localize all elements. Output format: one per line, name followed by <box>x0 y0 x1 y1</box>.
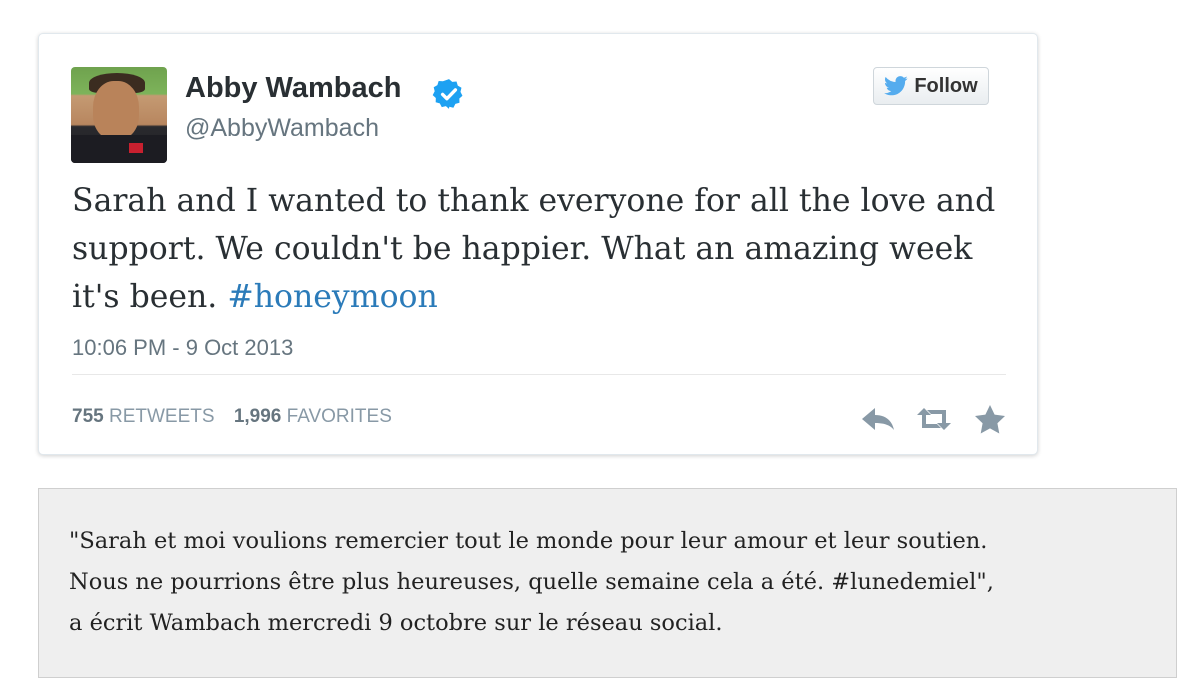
author-name[interactable]: Abby Wambach <box>185 72 401 105</box>
favorite-label[interactable]: FAVORITES <box>287 406 392 427</box>
translation-box: "Sarah et moi voulions remercier tout le… <box>38 488 1177 678</box>
hashtag-link[interactable]: #honeymoon <box>227 279 437 315</box>
favorite-count[interactable]: 1,996 <box>234 406 282 427</box>
reply-icon[interactable] <box>859 402 897 436</box>
follow-label: Follow <box>914 74 978 97</box>
avatar[interactable] <box>71 67 167 163</box>
retweet-icon[interactable] <box>915 402 953 436</box>
twitter-bird-icon <box>884 76 908 96</box>
follow-button[interactable]: Follow <box>873 67 989 105</box>
verified-badge-icon <box>432 79 463 109</box>
retweet-label[interactable]: RETWEETS <box>109 406 215 427</box>
tweet-stats: 755 RETWEETS 1,996 FAVORITES <box>72 406 392 428</box>
divider <box>72 374 1006 375</box>
tweet-body: Sarah and I wanted to thank everyone for… <box>72 183 996 315</box>
tweet-timestamp[interactable]: 10:06 PM - 9 Oct 2013 <box>72 335 293 361</box>
author-handle[interactable]: @AbbyWambach <box>185 114 379 143</box>
tweet-actions <box>859 402 1009 436</box>
translation-line: a écrit Wambach mercredi 9 octobre sur l… <box>69 610 723 636</box>
tweet-card: Abby Wambach @AbbyWambach Follow Sarah a… <box>38 33 1038 455</box>
translation-text: "Sarah et moi voulions remercier tout le… <box>69 521 1154 644</box>
tweet-text: Sarah and I wanted to thank everyone for… <box>72 177 1012 321</box>
retweet-count[interactable]: 755 <box>72 406 104 427</box>
translation-line: "Sarah et moi voulions remercier tout le… <box>69 528 988 554</box>
star-icon[interactable] <box>971 402 1009 436</box>
translation-line: Nous ne pourrions être plus heureuses, q… <box>69 569 994 595</box>
